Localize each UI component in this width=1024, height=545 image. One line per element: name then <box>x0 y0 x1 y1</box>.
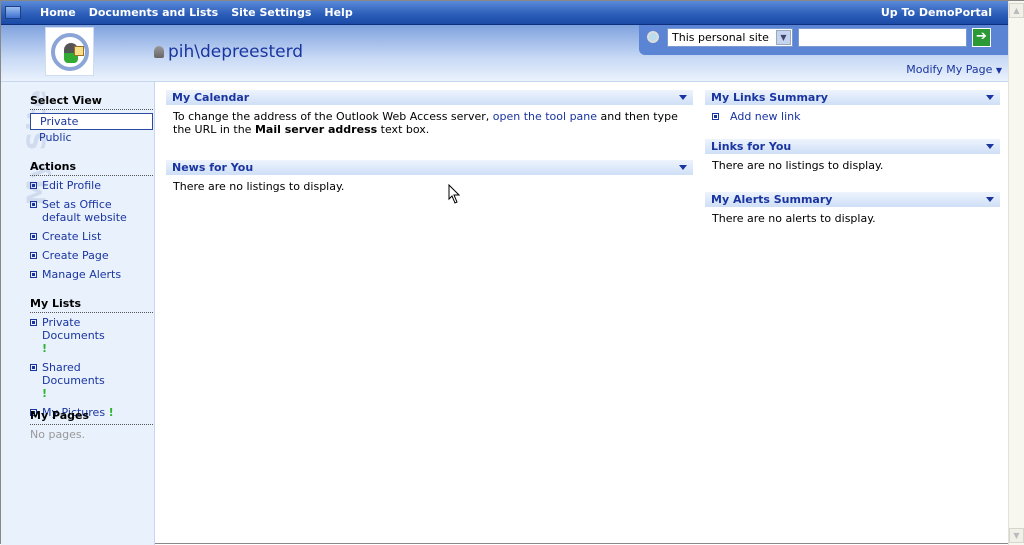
action-create-page[interactable]: Create Page <box>30 249 153 262</box>
top-nav-bar: Home Documents and Lists Site Settings H… <box>1 1 1008 25</box>
username: pih\depreesterd <box>168 42 304 62</box>
action-set-default-website[interactable]: Set as Office default website <box>30 198 153 224</box>
scroll-up-button[interactable]: ▲ <box>1009 3 1024 18</box>
left-sidebar: My Site Select View Private Public Actio… <box>1 82 155 545</box>
section-title: My Pages <box>30 409 153 425</box>
webpart-news-for-you: News for You There are no listings to di… <box>166 160 693 197</box>
webpart-my-alerts-summary: My Alerts Summary There are no alerts to… <box>705 192 1000 229</box>
bullet-icon <box>30 233 37 240</box>
webpart-menu-icon[interactable] <box>679 95 687 100</box>
action-manage-alerts[interactable]: Manage Alerts <box>30 268 153 281</box>
new-indicator-icon: ! <box>42 342 48 355</box>
empty-message: There are no listings to display. <box>712 159 884 172</box>
section-title: My Lists <box>30 297 153 313</box>
webpart-title: My Links Summary <box>705 90 1000 106</box>
site-header: pih\depreesterd This personal site ▼ ➔ Mo… <box>1 25 1008 82</box>
top-nav: Home Documents and Lists Site Settings H… <box>40 6 353 19</box>
section-title: Select View <box>30 94 153 110</box>
webpart-my-links-summary: My Links Summary Add new link <box>705 90 1000 133</box>
webpart-title: My Calendar <box>166 90 693 106</box>
my-pages-section: My Pages No pages. <box>30 409 153 441</box>
webpart-my-calendar: My Calendar To change the address of the… <box>166 90 693 140</box>
add-new-link[interactable]: Add new link <box>712 110 993 123</box>
bullet-icon <box>30 182 37 189</box>
new-indicator-icon: ! <box>42 387 48 400</box>
up-to-portal-link[interactable]: Up To DemoPortal <box>881 6 992 19</box>
bullet-icon <box>30 271 37 278</box>
modify-label: Modify My Page <box>906 63 993 76</box>
search-go-button[interactable]: ➔ <box>972 28 991 47</box>
webpart-title: My Alerts Summary <box>705 192 1000 208</box>
my-lists-section: My Lists Private Documents ! Shared Docu… <box>30 297 153 425</box>
chevron-down-icon[interactable]: ▼ <box>776 30 791 45</box>
search-icon <box>647 31 659 43</box>
caret-down-icon: ▼ <box>995 66 1002 75</box>
webpart-menu-icon[interactable] <box>986 197 994 202</box>
action-create-list[interactable]: Create List <box>30 230 153 243</box>
empty-message: There are no alerts to display. <box>712 212 876 225</box>
select-view-section: Select View Private Public <box>30 94 153 145</box>
my-site-logo[interactable] <box>45 27 94 76</box>
user-icon <box>154 46 164 58</box>
user-title: pih\depreesterd <box>154 42 303 62</box>
calendar-message: To change the address of the Outlook Web… <box>173 110 678 136</box>
search-panel: This personal site ▼ ➔ <box>639 25 1008 55</box>
webpart-menu-icon[interactable] <box>986 95 994 100</box>
list-shared-documents[interactable]: Shared Documents ! <box>30 361 153 400</box>
bullet-icon <box>30 319 37 326</box>
bullet-icon <box>30 252 37 259</box>
mouse-cursor-icon <box>448 184 460 204</box>
webpart-title: News for You <box>166 160 693 176</box>
nav-documents-and-lists[interactable]: Documents and Lists <box>89 6 219 19</box>
webpart-menu-icon[interactable] <box>679 165 687 170</box>
actions-section: Actions Edit Profile Set as Office defau… <box>30 160 153 287</box>
webpart-title: Links for You <box>705 139 1000 155</box>
view-public[interactable]: Public <box>30 130 153 145</box>
webpart-menu-icon[interactable] <box>986 144 994 149</box>
action-edit-profile[interactable]: Edit Profile <box>30 179 153 192</box>
search-scope-select[interactable]: This personal site ▼ <box>667 28 793 47</box>
sharepoint-app-icon <box>5 6 21 19</box>
bullet-icon <box>712 113 719 120</box>
nav-home[interactable]: Home <box>40 6 76 19</box>
list-private-documents[interactable]: Private Documents ! <box>30 316 153 355</box>
nav-help[interactable]: Help <box>324 6 352 19</box>
section-title: Actions <box>30 160 153 176</box>
nav-site-settings[interactable]: Site Settings <box>231 6 311 19</box>
open-tool-pane-link[interactable]: open the tool pane <box>493 110 597 123</box>
search-scope-value: This personal site <box>672 31 769 44</box>
scroll-down-button[interactable]: ▼ <box>1009 528 1024 543</box>
view-private[interactable]: Private <box>30 113 153 130</box>
vertical-scrollbar[interactable]: ▲ ▼ <box>1008 1 1024 545</box>
modify-my-page-menu[interactable]: Modify My Page ▼ <box>906 63 1002 76</box>
empty-message: There are no listings to display. <box>173 180 345 193</box>
webpart-links-for-you: Links for You There are no listings to d… <box>705 139 1000 176</box>
no-pages-text: No pages. <box>30 428 86 441</box>
bullet-icon <box>30 201 37 208</box>
search-input[interactable] <box>798 28 967 47</box>
bullet-icon <box>30 364 37 371</box>
